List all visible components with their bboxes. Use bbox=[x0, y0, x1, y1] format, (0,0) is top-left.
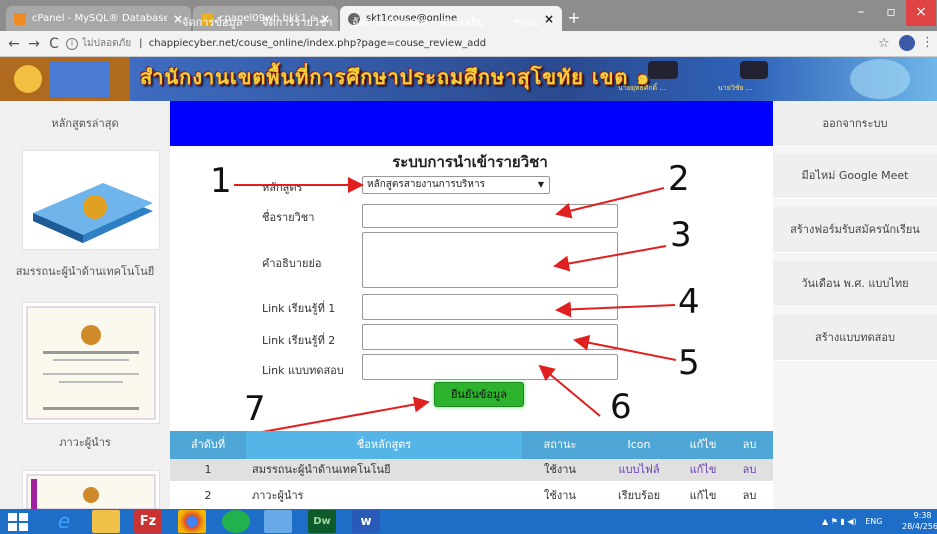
nav-manage-templates[interactable]: จัดการเทมเพลต bbox=[352, 0, 428, 45]
col-no-header: ลำดับที่ bbox=[190, 438, 226, 451]
word-icon[interactable]: w bbox=[352, 510, 380, 533]
banner-subtitle-1: นายยุทธศักดิ์ ... bbox=[618, 84, 666, 92]
course-card-2-caption[interactable]: ภาวะผู้นำร bbox=[0, 433, 170, 451]
row-2-delete-link[interactable]: ลบ bbox=[726, 485, 773, 507]
screen: cPanel - MySQL® Databases × cpanel09wh.b… bbox=[0, 0, 937, 534]
network-icon[interactable]: ▲ ⚑ ▮ ◀) bbox=[822, 517, 857, 526]
cpanel-favicon-icon bbox=[14, 12, 26, 25]
col-name-header: ชื่อหลักสูตร bbox=[246, 431, 522, 459]
main-nav bbox=[170, 101, 773, 146]
logout-button[interactable]: ออกจากระบบ bbox=[773, 101, 937, 147]
banner-subtitle-2: นายวิชัย ... bbox=[718, 84, 753, 92]
google-meet-button[interactable]: มีอไหม่ Google Meet bbox=[773, 153, 937, 199]
arrow-7 bbox=[261, 396, 430, 433]
windows-start-icon[interactable] bbox=[8, 513, 28, 531]
menu-kebab-icon[interactable]: ⋮ bbox=[921, 35, 934, 50]
nav-addons[interactable]: ส่วนเสริม bbox=[440, 0, 484, 45]
row-2-icon-link[interactable]: เรียบร้อย bbox=[598, 485, 680, 507]
description-textarea[interactable] bbox=[362, 232, 618, 288]
create-test-button[interactable]: สร้างแบบทดสอบ bbox=[773, 315, 937, 361]
annotation-6: 6 bbox=[610, 387, 632, 427]
profile-avatar[interactable] bbox=[899, 35, 915, 51]
info-icon[interactable]: i bbox=[66, 38, 78, 50]
link2-label: Link เรียนรู้ที่ 2 bbox=[262, 334, 336, 347]
book-cover-icon bbox=[33, 183, 153, 243]
submit-button[interactable]: ยืนยันข้อมูล bbox=[434, 382, 524, 407]
course-card-1-caption[interactable]: สมรรถนะผู้นำด้านเทคโนโนยี bbox=[0, 262, 170, 280]
student-form-button[interactable]: สร้างฟอร์มรับสมัครนักเรียน bbox=[773, 207, 937, 253]
row-2-name: ภาวะผู้นำร bbox=[252, 489, 304, 502]
annotation-2: 2 bbox=[668, 159, 690, 199]
banner-photo-1 bbox=[648, 61, 678, 79]
reload-icon[interactable]: C bbox=[44, 34, 64, 54]
row-1-no: 1 bbox=[204, 463, 212, 476]
banner-left-decoration-icon bbox=[0, 57, 130, 101]
col-status-header: สถานะ bbox=[543, 438, 577, 451]
annotation-5: 5 bbox=[678, 343, 700, 383]
nav-manage-data[interactable]: จัดการข้อมูล bbox=[182, 0, 242, 45]
site-banner: สำนักงานเขตพื้นที่การศึกษาประถมศึกษาสุโข… bbox=[0, 57, 937, 101]
select-caret-icon: ▼ bbox=[537, 180, 544, 189]
description-label: คำอธิบายย่อ bbox=[262, 257, 322, 270]
form-title: ระบบการนำเข้ารายวิชา bbox=[392, 153, 548, 171]
forward-icon[interactable]: → bbox=[24, 34, 44, 54]
course-select[interactable]: หลักสูตรสายงานการบริหาร ▼ bbox=[362, 176, 550, 194]
annotation-7: 7 bbox=[244, 389, 266, 429]
latest-courses-heading: หลักสูตรล่าสุด bbox=[51, 117, 119, 130]
row-1-name: สมรรถนะผู้นำด้านเทคโนโนยี bbox=[252, 463, 391, 476]
line-icon[interactable] bbox=[222, 510, 250, 533]
test-link-label: Link แบบทดสอบ bbox=[262, 364, 344, 377]
new-tab-icon[interactable]: + bbox=[565, 9, 583, 27]
row-1-icon-link[interactable]: แบบไฟล์ bbox=[598, 459, 680, 481]
file-explorer-icon[interactable] bbox=[92, 510, 120, 533]
annotation-1: 1 bbox=[210, 161, 232, 201]
maximize-icon[interactable]: ▫ bbox=[876, 0, 906, 26]
tab-close-icon[interactable]: × bbox=[544, 12, 554, 26]
back-icon[interactable]: ← bbox=[4, 34, 24, 54]
row-2-status: ใช้งาน bbox=[544, 489, 576, 502]
close-window-icon[interactable]: × bbox=[906, 0, 936, 26]
link2-input[interactable] bbox=[362, 324, 618, 350]
row-2-no: 2 bbox=[204, 489, 212, 502]
ie-icon[interactable]: e bbox=[50, 510, 78, 533]
course-card-2[interactable] bbox=[22, 302, 160, 424]
banner-photo-2 bbox=[740, 61, 768, 79]
certificate-thumbnail-icon bbox=[26, 306, 156, 420]
link1-label: Link เรียนรู้ที่ 1 bbox=[262, 302, 336, 315]
col-edit-header: แก้ไข bbox=[689, 438, 717, 451]
test-link-input[interactable] bbox=[362, 354, 618, 380]
nav-system[interactable]: ระบบ bbox=[514, 0, 540, 45]
nav-manage-courses[interactable]: จัดการรายวิชา bbox=[262, 0, 333, 45]
chrome-icon[interactable] bbox=[178, 510, 206, 533]
language-indicator[interactable]: ENG bbox=[865, 517, 882, 526]
row-1-status: ใช้งาน bbox=[544, 463, 576, 476]
annotation-4: 4 bbox=[678, 282, 700, 322]
course-name-input[interactable] bbox=[362, 204, 618, 228]
course-card-1[interactable] bbox=[22, 150, 160, 250]
row-2-edit-link[interactable]: แก้ไข bbox=[680, 485, 726, 507]
course-name-label: ชื่อรายวิชา bbox=[262, 211, 315, 224]
annotation-3: 3 bbox=[670, 215, 692, 255]
bookmark-star-icon[interactable]: ☆ bbox=[878, 36, 890, 51]
browser-tab-cpanel[interactable]: cPanel - MySQL® Databases × bbox=[6, 6, 191, 31]
certificate-thumbnail-icon bbox=[26, 474, 156, 510]
row-1-edit-link[interactable]: แก้ไข bbox=[680, 459, 726, 481]
banner-title: สำนักงานเขตพื้นที่การศึกษาประถมศึกษาสุโข… bbox=[140, 65, 651, 89]
clock[interactable]: 9:38 28/4/2563 bbox=[902, 510, 937, 532]
course-label: หลักสูตร bbox=[262, 181, 303, 194]
link1-input[interactable] bbox=[362, 294, 618, 320]
app-icon[interactable] bbox=[264, 510, 292, 533]
thai-date-button[interactable]: วันเดือน พ.ศ. แบบไทย bbox=[773, 261, 937, 307]
dreamweaver-icon[interactable]: Dw bbox=[308, 510, 336, 533]
course-card-3[interactable] bbox=[22, 470, 160, 510]
minimize-icon[interactable]: – bbox=[846, 0, 876, 26]
filezilla-icon[interactable]: Fz bbox=[134, 510, 162, 533]
row-1-delete-link[interactable]: ลบ bbox=[726, 459, 773, 481]
col-icon-header: Icon bbox=[627, 438, 651, 451]
col-delete-header: ลบ bbox=[742, 438, 757, 451]
banner-globe-icon bbox=[850, 59, 910, 99]
